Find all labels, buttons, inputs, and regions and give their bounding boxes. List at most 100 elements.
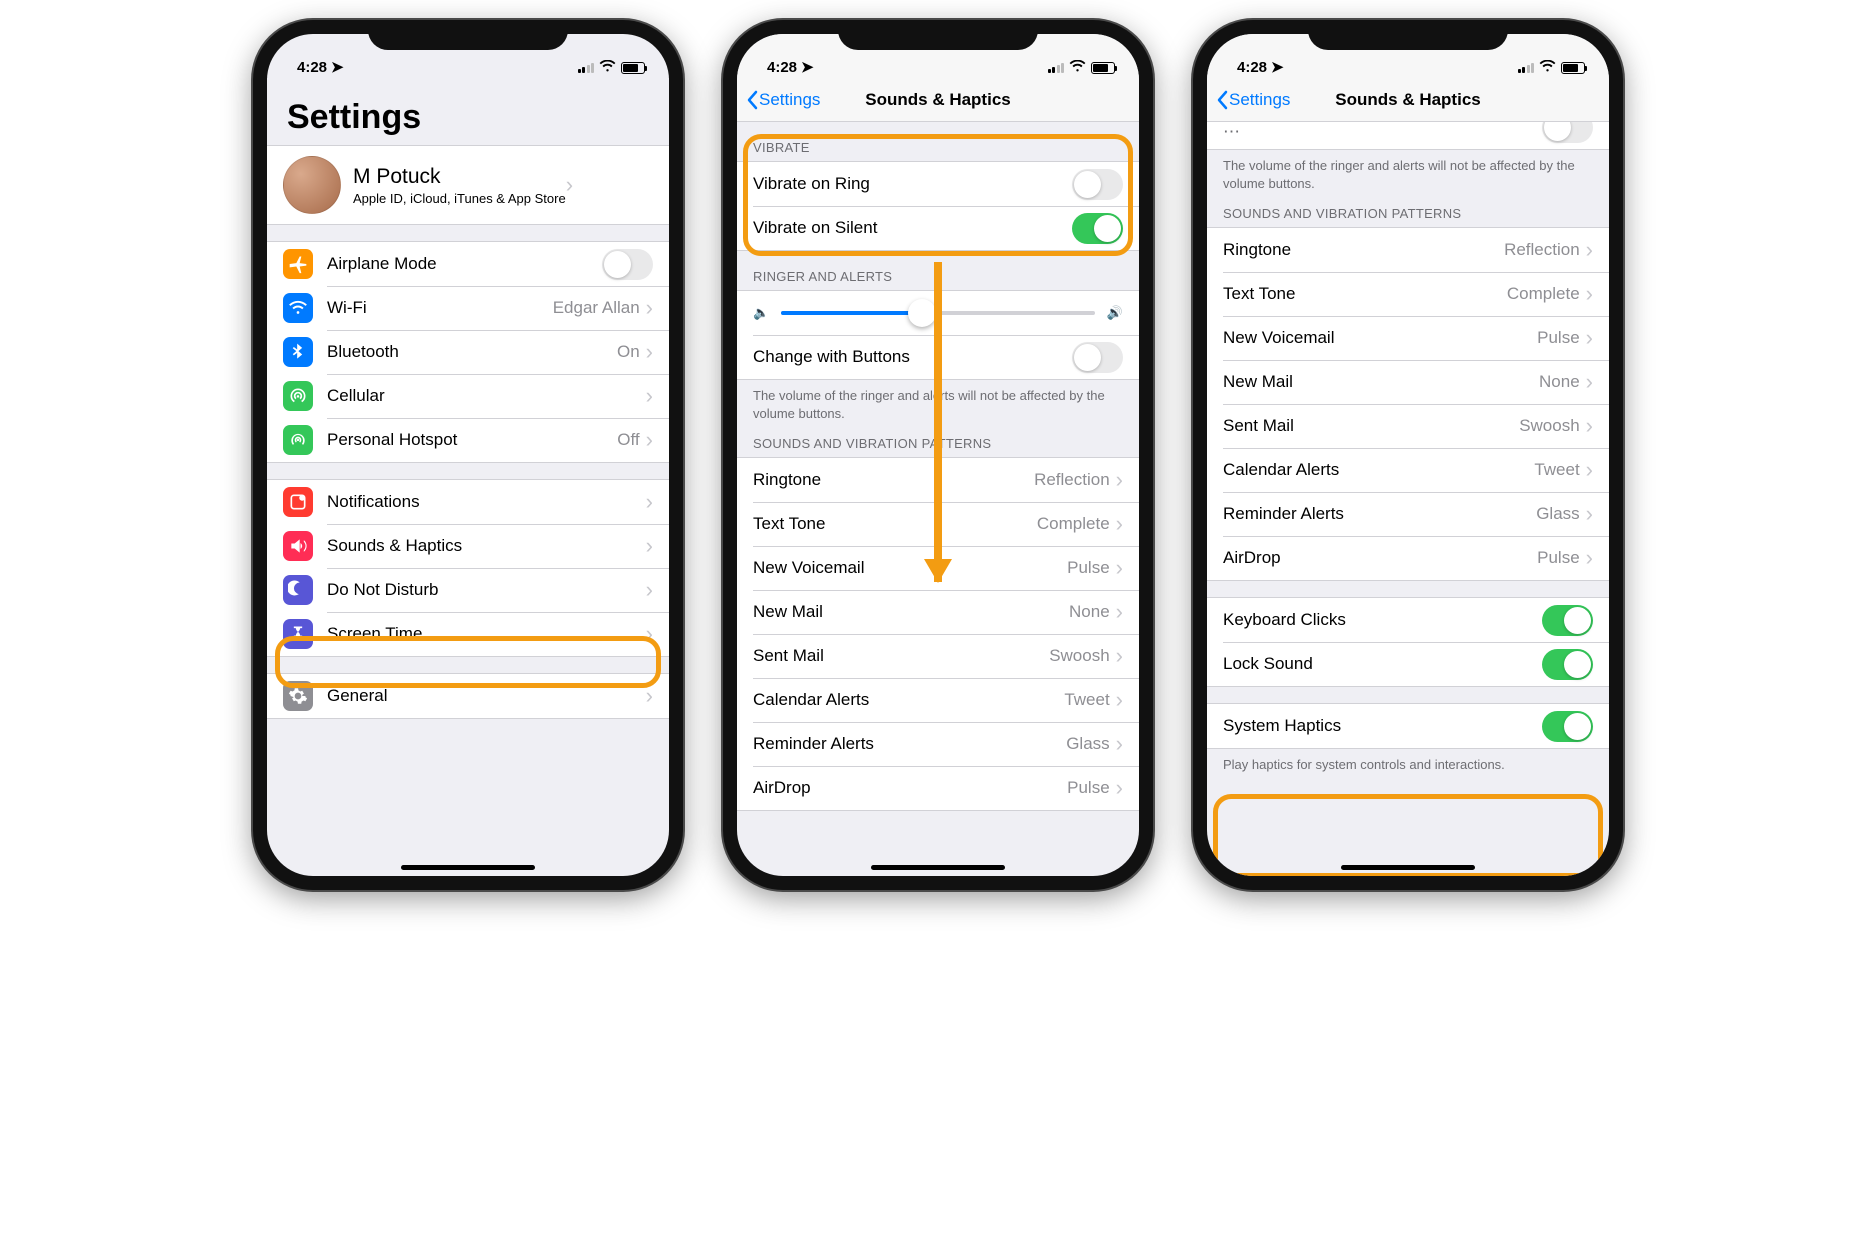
label: Notifications	[327, 492, 646, 512]
detail: Swoosh	[1519, 416, 1579, 436]
row-airplane-mode[interactable]: Airplane Mode	[267, 242, 669, 286]
label: Bluetooth	[327, 342, 617, 362]
battery-icon	[1091, 62, 1115, 74]
detail: Tweet	[1064, 690, 1109, 710]
status-bar: 4:28 ➤	[1207, 34, 1609, 78]
row-sounds-haptics[interactable]: Sounds & Haptics›	[267, 524, 669, 568]
battery-icon	[621, 62, 645, 74]
row-vibrate-on-ring[interactable]: Vibrate on Ring	[737, 162, 1139, 206]
detail: Complete	[1037, 514, 1110, 534]
row-lock-sound[interactable]: Lock Sound	[1207, 642, 1609, 686]
home-indicator[interactable]	[871, 865, 1005, 870]
row-do-not-disturb[interactable]: Do Not Disturb›	[267, 568, 669, 612]
chevron-icon: ›	[1116, 777, 1123, 799]
row-system-haptics[interactable]: System Haptics	[1207, 704, 1609, 748]
detail: None	[1069, 602, 1110, 622]
phone-1: 4:28 ➤ Settings M Potuck Apple ID, iClou…	[253, 20, 683, 890]
row-calendar-alerts[interactable]: Calendar AlertsTweet›	[1207, 448, 1609, 492]
detail: On	[617, 342, 640, 362]
switch[interactable]	[1542, 649, 1593, 680]
chevron-icon: ›	[646, 623, 653, 645]
label: Screen Time	[327, 624, 646, 644]
wifi-icon	[599, 59, 616, 76]
row-new-voicemail[interactable]: New VoicemailPulse ›	[1207, 316, 1609, 360]
home-indicator[interactable]	[1341, 865, 1475, 870]
screen-settings-root: 4:28 ➤ Settings M Potuck Apple ID, iClou…	[267, 34, 669, 876]
detail: Glass	[1536, 504, 1579, 524]
row-sent-mail[interactable]: Sent MailSwoosh›	[737, 634, 1139, 678]
chevron-icon: ›	[1116, 513, 1123, 535]
row-reminder-alerts[interactable]: Reminder AlertsGlass›	[1207, 492, 1609, 536]
row-calendar-alerts[interactable]: Calendar AlertsTweet›	[737, 678, 1139, 722]
chevron-icon: ›	[1586, 503, 1593, 525]
chevron-icon: ›	[646, 491, 653, 513]
chevron-icon: ›	[646, 297, 653, 319]
row-personal-hotspot[interactable]: Personal HotspotOff›	[267, 418, 669, 462]
row-cellular[interactable]: Cellular›	[267, 374, 669, 418]
row-notifications[interactable]: Notifications›	[267, 480, 669, 524]
switch-vibrate-silent[interactable]	[1072, 213, 1123, 244]
row-bluetooth[interactable]: BluetoothOn›	[267, 330, 669, 374]
change-footer: The volume of the ringer and alerts will…	[1207, 150, 1609, 200]
back-button[interactable]: Settings	[737, 90, 820, 110]
label: Do Not Disturb	[327, 580, 646, 600]
label: AirDrop	[753, 778, 1067, 798]
label: Sent Mail	[1223, 416, 1519, 436]
row-change-with-buttons-partial[interactable]: ⋯	[1207, 122, 1609, 150]
home-indicator[interactable]	[401, 865, 535, 870]
switch-system-haptics[interactable]	[1542, 711, 1593, 742]
switch-change-buttons[interactable]	[1072, 342, 1123, 373]
row-new-mail[interactable]: New MailNone ›	[737, 590, 1139, 634]
label: Sent Mail	[753, 646, 1049, 666]
status-time: 4:28	[1237, 59, 1267, 76]
label: New Mail	[753, 602, 1069, 622]
chevron-icon: ›	[1116, 601, 1123, 623]
row-airdrop[interactable]: AirDropPulse ›	[737, 766, 1139, 810]
chevron-icon: ›	[1586, 327, 1593, 349]
detail: Pulse	[1537, 548, 1580, 568]
nav-bar: Settings Sounds & Haptics	[737, 78, 1139, 122]
chevron-icon: ›	[646, 535, 653, 557]
cell-signal-icon	[578, 63, 595, 73]
row-reminder-alerts[interactable]: Reminder AlertsGlass›	[737, 722, 1139, 766]
detail: Edgar Allan	[553, 298, 640, 318]
label: Calendar Alerts	[753, 690, 1064, 710]
row-text-tone[interactable]: Text ToneComplete›	[1207, 272, 1609, 316]
row-new-mail[interactable]: New MailNone›	[1207, 360, 1609, 404]
cellular-icon	[283, 381, 313, 411]
row-vibrate-on-silent[interactable]: Vibrate on Silent	[737, 206, 1139, 250]
row-airdrop[interactable]: AirDropPulse›	[1207, 536, 1609, 580]
section-patterns: SOUNDS AND VIBRATION PATTERNS	[1207, 200, 1609, 227]
wifi-icon	[1069, 59, 1086, 76]
cell-signal-icon	[1048, 63, 1065, 73]
nav-title: Sounds & Haptics	[865, 90, 1010, 110]
location-icon: ➤	[1271, 58, 1284, 76]
back-button[interactable]: Settings	[1207, 90, 1290, 110]
row-ringtone[interactable]: RingtoneReflection›	[1207, 228, 1609, 272]
row-sent-mail[interactable]: Sent MailSwoosh›	[1207, 404, 1609, 448]
detail: Off	[617, 430, 639, 450]
switch-vibrate-ring[interactable]	[1072, 169, 1123, 200]
chevron-icon: ›	[1116, 557, 1123, 579]
chevron-icon: ›	[1586, 547, 1593, 569]
switch[interactable]	[602, 249, 653, 280]
switch[interactable]	[1542, 605, 1593, 636]
row-wi-fi[interactable]: Wi-FiEdgar Allan›	[267, 286, 669, 330]
label: Airplane Mode	[327, 254, 602, 274]
row-screen-time[interactable]: Screen Time›	[267, 612, 669, 656]
chevron-icon: ›	[1116, 733, 1123, 755]
apple-id-row[interactable]: M Potuck Apple ID, iCloud, iTunes & App …	[267, 146, 669, 224]
label: New Voicemail	[1223, 328, 1537, 348]
detail: Pulse	[1067, 778, 1110, 798]
label: Calendar Alerts	[1223, 460, 1534, 480]
switch-change-buttons[interactable]	[1542, 122, 1593, 143]
detail: Pulse	[1537, 328, 1580, 348]
phone-2: 4:28 ➤ Settings Sounds & Haptics VIBRATE	[723, 20, 1153, 890]
chevron-icon: ›	[646, 685, 653, 707]
row-keyboard-clicks[interactable]: Keyboard Clicks	[1207, 598, 1609, 642]
row-general[interactable]: General›	[267, 674, 669, 718]
label: Reminder Alerts	[753, 734, 1066, 754]
volume-high-icon: 🔊	[1107, 305, 1123, 321]
nav-bar: Settings Sounds & Haptics	[1207, 78, 1609, 122]
battery-icon	[1561, 62, 1585, 74]
